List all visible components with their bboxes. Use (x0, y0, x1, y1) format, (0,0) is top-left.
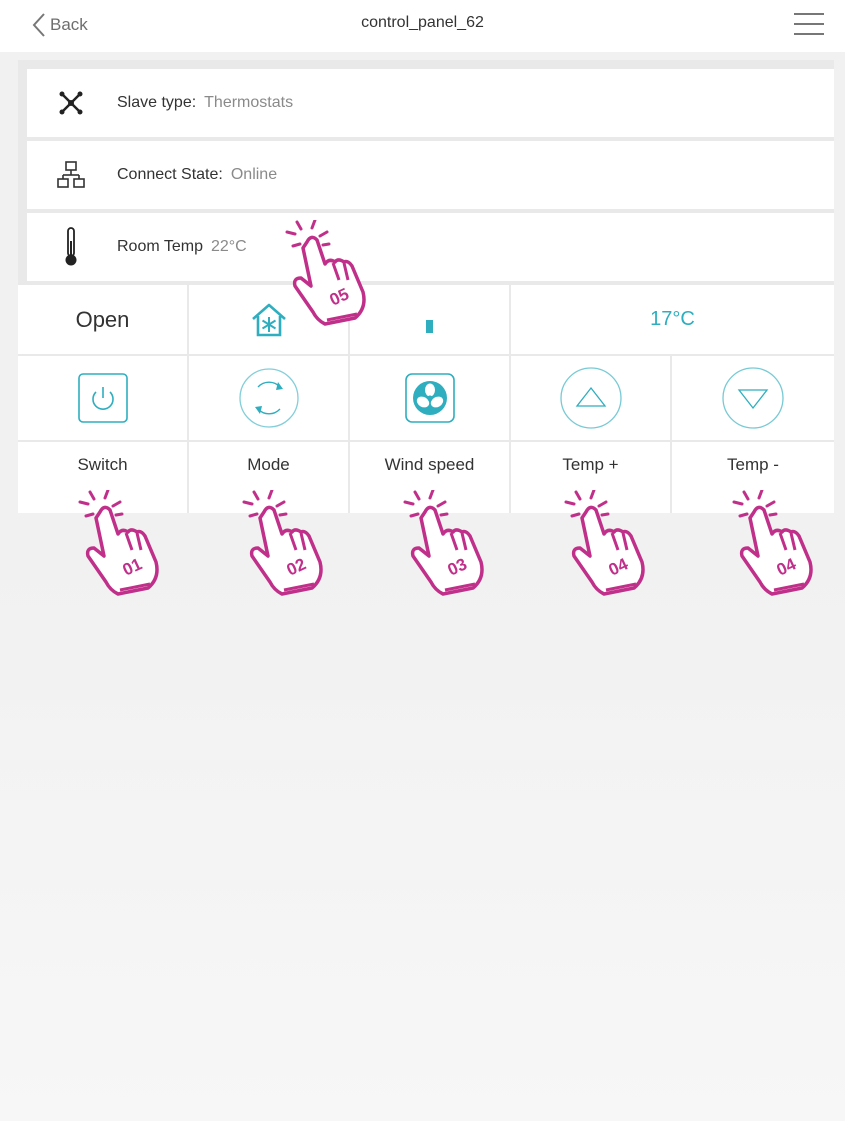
fan-icon[interactable] (404, 372, 456, 424)
mode-icon-cell[interactable] (189, 356, 348, 440)
set-temp-text: 17°C (650, 308, 695, 330)
house-snowflake-icon (251, 303, 286, 336)
room-temp-value: 22°C (210, 238, 247, 255)
room-temp-label: Room Temp (117, 238, 203, 255)
pointing-hand-icon: 03 (403, 488, 513, 610)
pointing-hand-icon: 05 (285, 218, 395, 340)
slave-type-label: Slave type: (117, 94, 197, 111)
slave-type-row: Slave type: Thermostats (27, 69, 834, 137)
menu-icon[interactable] (794, 11, 824, 37)
wind-level-bar (426, 320, 433, 333)
switch-label: Switch (77, 454, 128, 474)
control-panel: Slave type: Thermostats Connect State: O… (18, 60, 834, 513)
thermometer-icon (50, 227, 92, 267)
connect-state-row: Connect State: Online (27, 141, 834, 209)
pointing-hand-icon: 04 (564, 488, 674, 610)
switch-icon-cell[interactable] (18, 356, 187, 440)
connect-state-label: Connect State: (117, 166, 223, 183)
connect-state-value: Online (230, 166, 278, 183)
power-state-cell: Open (18, 285, 187, 354)
wind-icon-cell[interactable] (350, 356, 509, 440)
triangle-down-icon[interactable] (721, 366, 785, 430)
cycle-icon[interactable] (238, 367, 300, 429)
temp-up-icon-cell[interactable] (511, 356, 670, 440)
power-icon[interactable] (77, 372, 129, 424)
temp-down-icon-cell[interactable] (672, 356, 834, 440)
power-state-text: Open (75, 306, 130, 332)
page-title: control_panel_62 (361, 14, 484, 31)
mode-label: Mode (247, 454, 290, 474)
temp-up-label: Temp + (562, 454, 619, 474)
pointing-hand-icon: 01 (78, 488, 188, 610)
set-temp-cell: 17°C (511, 285, 834, 354)
triangle-up-icon[interactable] (559, 366, 623, 430)
room-temp-row: Room Temp 22°C (27, 213, 834, 281)
slave-type-value: Thermostats (204, 94, 294, 111)
top-bar: Back control_panel_62 (0, 0, 845, 52)
wind-speed-label: Wind speed (384, 454, 475, 474)
network-node-icon (50, 89, 92, 117)
network-tree-icon (50, 160, 92, 190)
pointing-hand-icon: 04 (732, 488, 842, 610)
temp-down-label: Temp - (727, 454, 779, 474)
pointing-hand-icon: 02 (242, 488, 352, 610)
